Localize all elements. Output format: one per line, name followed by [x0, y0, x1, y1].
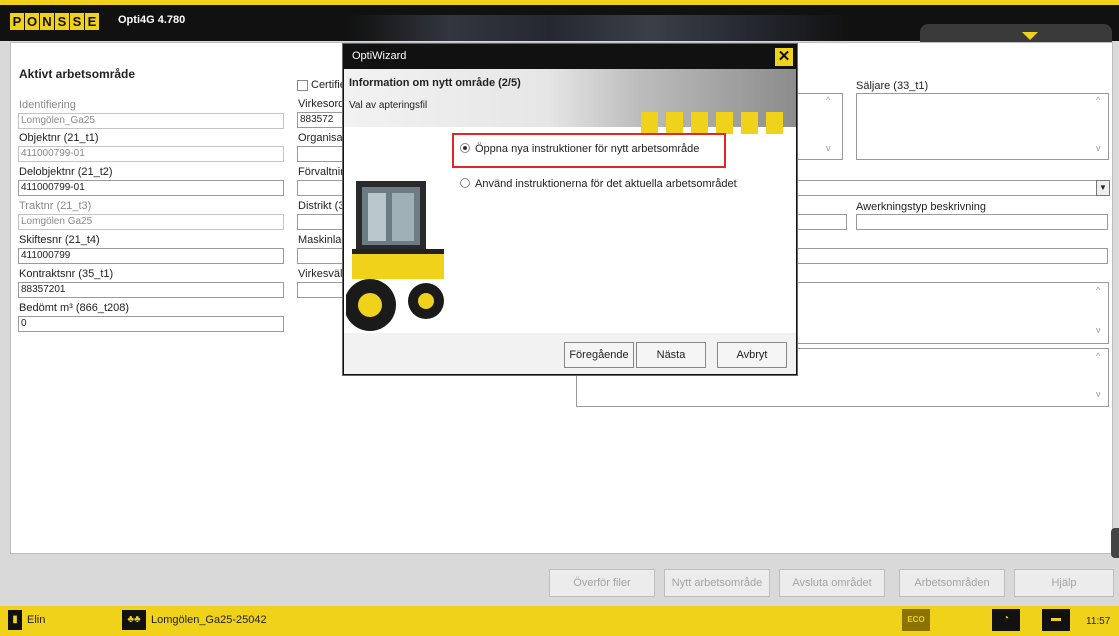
logo-letter: S — [55, 13, 69, 30]
option-new-instructions[interactable]: Öppna nya instruktioner för nytt arbetso… — [460, 143, 699, 155]
display-icon[interactable]: ▬ — [1042, 609, 1070, 631]
radio-selected[interactable] — [460, 143, 470, 153]
field-label: Förvaltnin — [298, 166, 347, 178]
awerkning-label: Awerkningstyp beskrivning — [856, 201, 987, 213]
next-button[interactable]: Nästa — [636, 342, 706, 368]
user-icon: ▮ — [8, 610, 22, 630]
active-area-name: Lomgölen_Ga25-25042 — [151, 614, 267, 626]
option-label: Öppna nya instruktioner för nytt arbetso… — [475, 143, 700, 155]
scroll-up-icon[interactable]: ^ — [1096, 285, 1100, 295]
dropdown-arrow-icon[interactable]: ▼ — [1096, 180, 1110, 196]
option-use-current-instructions[interactable]: Använd instruktionerna för det aktuella … — [460, 178, 737, 190]
speedometer-icon[interactable]: ◔ — [992, 609, 1020, 631]
new-area-button[interactable]: Nytt arbetsområde — [664, 569, 770, 597]
logo-letter: S — [70, 13, 84, 30]
previous-button[interactable]: Föregående — [564, 342, 634, 368]
eco-icon[interactable]: ECO — [902, 609, 930, 631]
status-bar: ▮ Elin ♣♣ Lomgölen_Ga25-25042 ECO ◔ ▬ 11… — [0, 606, 1119, 636]
field-label: Virkesvält — [298, 268, 346, 280]
logo-letter: O — [25, 13, 39, 30]
awerkning-field[interactable] — [856, 214, 1108, 230]
scroll-down-icon[interactable]: v — [1096, 143, 1101, 153]
scroll-up-icon[interactable]: ^ — [1096, 95, 1100, 105]
tree-icon[interactable]: ♣♣ — [122, 610, 146, 630]
dialog-heading: Information om nytt område (2/5) — [349, 77, 521, 89]
areas-button[interactable]: Arbetsområden — [899, 569, 1005, 597]
dialog-subheading: Val av apteringsfil — [349, 100, 428, 111]
dialog-header: Information om nytt område (2/5) Val av … — [344, 69, 796, 134]
progress-block — [666, 112, 683, 134]
close-area-button[interactable]: Avsluta området — [779, 569, 885, 597]
field-label: Kontraktsnr (35_t1) — [19, 268, 114, 280]
progress-block — [716, 112, 733, 134]
help-button[interactable]: Hjälp — [1014, 569, 1114, 597]
field-label: Bedömt m³ (866_t208) — [19, 302, 130, 314]
scroll-up-icon[interactable]: ^ — [826, 95, 830, 105]
dropdown-field[interactable] — [781, 180, 1101, 196]
field-label: Traktnr (21_t3) — [19, 200, 92, 212]
dialog-title: OptiWizard — [352, 50, 407, 62]
saljare-label: Säljare (33_t1) — [856, 80, 929, 92]
scroll-down-icon[interactable]: v — [1096, 325, 1101, 335]
field-label: Skiftesnr (21_t4) — [19, 234, 100, 246]
transfer-files-button[interactable]: Överför filer — [549, 569, 655, 597]
delobjektnr-field[interactable]: 411000799-01 — [18, 180, 284, 196]
user-name: Elin — [27, 614, 46, 626]
header-background — [350, 15, 850, 41]
field-label: Organisat — [298, 132, 346, 144]
field-label: Identifiering — [19, 99, 76, 111]
radio-unselected[interactable] — [460, 178, 470, 188]
dialog-titlebar: OptiWizard ✕ — [344, 45, 796, 69]
skiftesnr-field[interactable]: 411000799 — [18, 248, 284, 264]
chevron-down-icon — [1022, 32, 1038, 40]
field-label: Delobjektnr (21_t2) — [19, 166, 113, 178]
forwarder-machine-image — [346, 181, 444, 331]
certifie-label: Certifie — [311, 79, 346, 91]
bedomt-field[interactable]: 0 — [18, 316, 284, 332]
certifie-checkbox[interactable] — [297, 80, 308, 91]
progress-block — [741, 112, 758, 134]
objektnr-field[interactable]: 411000799-01 — [18, 146, 284, 162]
field[interactable] — [781, 248, 1108, 264]
logo-letter: N — [40, 13, 54, 30]
field-label: Distrikt (3 — [298, 200, 345, 212]
cancel-button[interactable]: Avbryt — [717, 342, 787, 368]
progress-block — [691, 112, 708, 134]
logo-letter: E — [85, 13, 99, 30]
field-label: Maskinlag — [298, 234, 348, 246]
clock: 11:57 — [1086, 616, 1111, 627]
identifiering-field[interactable]: Lomgölen_Ga25 — [18, 113, 284, 129]
logo-letter: P — [10, 13, 24, 30]
scroll-down-icon[interactable]: v — [1096, 389, 1101, 399]
saljare-textarea[interactable] — [856, 93, 1109, 160]
scroll-down-icon[interactable]: v — [826, 143, 831, 153]
optiwizard-dialog: OptiWizard ✕ Information om nytt område … — [343, 44, 797, 375]
section-title: Aktivt arbetsområde — [19, 67, 136, 81]
progress-block — [641, 112, 658, 134]
ponsse-logo: PONSSE — [10, 13, 100, 30]
kontraktsnr-field[interactable]: 88357201 — [18, 282, 284, 298]
option-label: Använd instruktionerna för det aktuella … — [475, 178, 737, 190]
header-bar: PONSSE Opti4G 4.780 — [0, 5, 1119, 46]
scroll-up-icon[interactable]: ^ — [1096, 351, 1100, 361]
field-label: Objektnr (21_t1) — [19, 132, 99, 144]
field-label: Virkesord — [298, 98, 345, 110]
app-title: Opti4G 4.780 — [118, 14, 186, 26]
side-handle[interactable] — [1111, 528, 1119, 558]
traktnr-field[interactable]: Lomgölen Ga25 — [18, 214, 284, 230]
close-icon[interactable]: ✕ — [774, 47, 794, 67]
progress-block — [766, 112, 783, 134]
